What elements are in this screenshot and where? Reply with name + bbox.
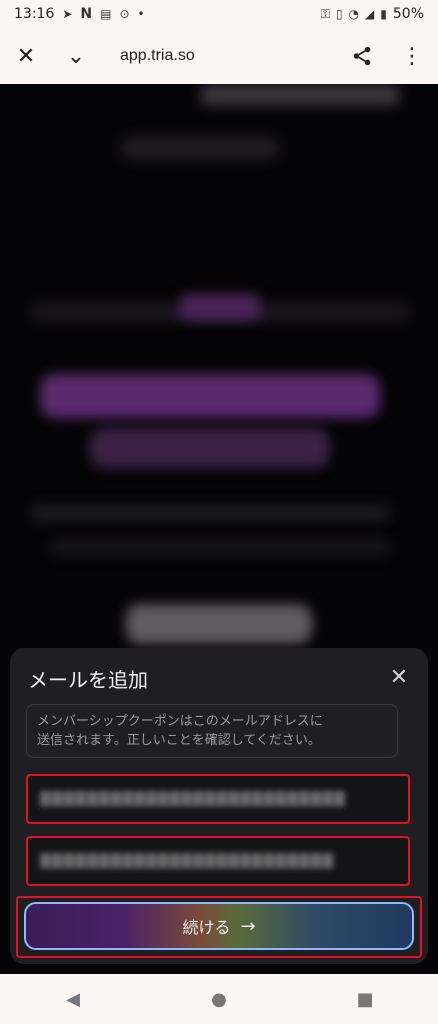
email-field-value: ▒▒▒▒▒▒▒▒▒▒▒▒▒▒▒▒▒▒▒▒▒▒▒▒▒▒ [40,791,346,807]
blurred-shape [30,504,390,522]
status-bar: 13:16 ➤ N ▤ ⊙ • ⚿ ▯ ◔ ◢ ▮ 50% [0,0,438,28]
add-email-sheet: メールを追加 ✕ メンバーシップクーポンはこのメールアドレスに 送信されます。正… [10,648,428,964]
url-text[interactable]: app.tria.so [120,47,195,65]
n-icon: N [80,6,93,22]
browser-toolbar: ✕ ⌄ app.tria.so ⋮ [0,28,438,84]
blurred-shape [126,604,312,644]
blurred-shape [200,84,400,106]
confirm-email-field[interactable]: ▒▒▒▒▒▒▒▒▒▒▒▒▒▒▒▒▒▒▒▒▒▒▒▒▒ [26,836,410,886]
close-tab-icon[interactable]: ✕ [12,42,40,70]
confirm-email-field-value: ▒▒▒▒▒▒▒▒▒▒▒▒▒▒▒▒▒▒▒▒▒▒▒▒▒ [40,853,335,869]
recents-icon[interactable]: ■ [345,979,385,1019]
chevron-down-icon[interactable]: ⌄ [62,42,90,70]
toolbar-actions: ⋮ [348,42,426,70]
location-icon: ⊙ [119,7,130,21]
close-icon[interactable]: ✕ [386,664,412,690]
status-right: ⚿ ▯ ◔ ◢ ▮ 50% [321,6,424,22]
info-note: メンバーシップクーポンはこのメールアドレスに 送信されます。正しいことを確認して… [26,704,398,758]
news-icon: ▤ [100,7,112,21]
continue-button[interactable]: 続ける → [24,902,414,950]
vibrate-icon: ▯ [335,7,343,21]
info-note-line: 送信されます。正しいことを確認してください。 [37,733,321,748]
more-options-icon[interactable]: ⋮ [398,42,426,70]
home-icon[interactable]: ● [199,979,239,1019]
signal-icon: ◢ [365,7,375,21]
key-icon: ⚿ [320,6,330,21]
email-field[interactable]: ▒▒▒▒▒▒▒▒▒▒▒▒▒▒▒▒▒▒▒▒▒▒▒▒▒▒ [26,774,410,824]
blurred-shape [180,294,260,320]
battery-icon: ▮ [380,7,387,21]
blurred-shape [40,374,380,418]
info-note-line: メンバーシップクーポンはこのメールアドレスに [37,714,323,729]
arrow-right-icon: → [240,915,256,937]
battery-level: 50% [392,6,424,22]
blurred-shape [50,538,390,556]
blurred-shape [120,136,280,160]
back-icon[interactable]: ◀ [53,979,93,1019]
continue-label: 続ける [182,918,231,937]
system-nav-bar: ◀ ● ■ [0,974,438,1024]
sheet-title: メールを追加 [28,668,148,692]
blurred-shape [90,428,330,468]
status-time: 13:16 [14,6,55,22]
dot-icon: • [137,7,145,21]
share-icon[interactable] [348,42,376,70]
telegram-icon: ➤ [62,7,73,21]
status-left: 13:16 ➤ N ▤ ⊙ • [14,6,145,22]
wifi-icon: ◔ [348,7,360,21]
